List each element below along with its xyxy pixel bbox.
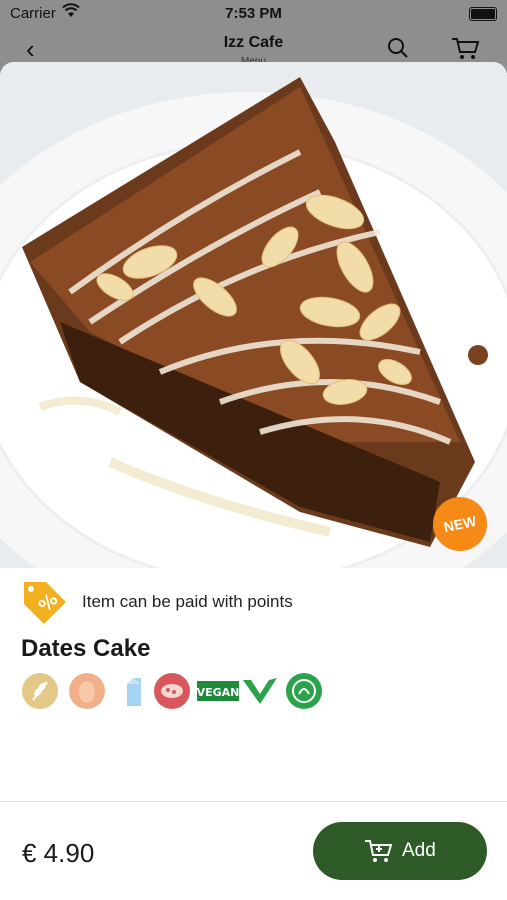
egg-icon bbox=[68, 672, 106, 710]
milk-icon bbox=[115, 672, 153, 710]
price: € 4.90 bbox=[22, 838, 95, 868]
gluten-icon bbox=[21, 672, 59, 710]
product-photo: NEW bbox=[0, 62, 507, 568]
product-sheet: NEW % Item can be paid with points Dates… bbox=[0, 62, 507, 900]
cart-icon bbox=[363, 838, 393, 869]
add-to-cart-button[interactable]: Add bbox=[313, 822, 487, 880]
vegan-text-icon: VEGAN bbox=[197, 672, 239, 710]
item-name: Dates Cake bbox=[21, 635, 151, 662]
sesame-icon bbox=[153, 672, 191, 710]
divider bbox=[0, 801, 507, 802]
cart-icon[interactable] bbox=[450, 36, 480, 65]
search-icon[interactable] bbox=[386, 36, 410, 65]
nav-title: Izz Cafe bbox=[223, 34, 284, 51]
battery-icon bbox=[469, 7, 497, 21]
status-bar: Carrier 7:53 PM bbox=[0, 0, 507, 28]
clock: 7:53 PM bbox=[225, 5, 282, 22]
points-text: Item can be paid with points bbox=[82, 592, 293, 611]
halal-icon bbox=[285, 672, 323, 710]
vegan-label: VEGAN bbox=[197, 686, 239, 699]
vegan-v-icon bbox=[241, 672, 279, 710]
add-button-label: Add bbox=[402, 840, 436, 861]
percent-tag-icon: % bbox=[22, 580, 68, 631]
